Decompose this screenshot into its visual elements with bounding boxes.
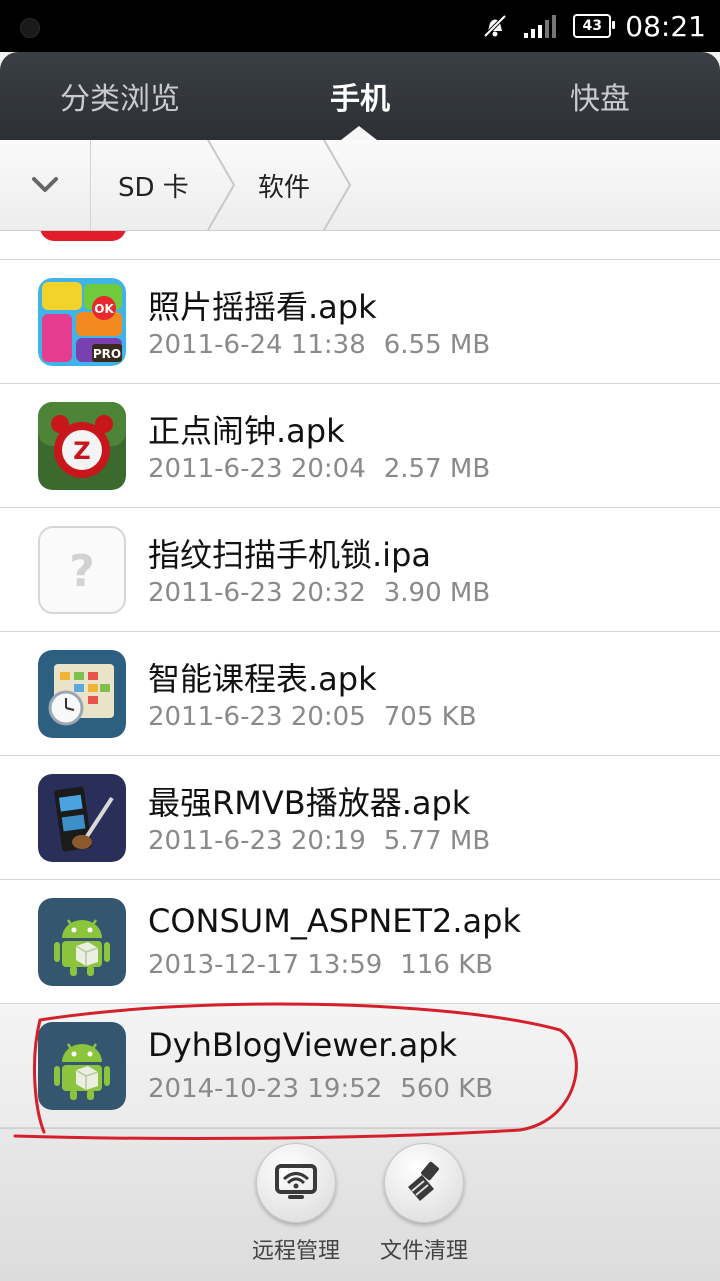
unknown-file-icon: ? <box>38 526 126 614</box>
file-meta: 2011-6-24 11:38 6.55 MB <box>148 330 490 360</box>
file-date: 2011-6-23 20:19 <box>148 826 366 856</box>
file-row[interactable]: 智能课程表.apk 2011-6-23 20:05 705 KB <box>0 632 720 756</box>
file-date: 2013-12-17 13:59 <box>148 950 383 980</box>
file-row[interactable]: Z 正点闹钟.apk 2011-6-23 20:04 2.57 MB <box>0 384 720 508</box>
file-name: CONSUM_ASPNET2.apk <box>148 902 521 940</box>
breadcrumb-separator <box>207 140 236 230</box>
tab-category-browse[interactable]: 分类浏览 <box>0 52 240 140</box>
file-meta: 2013-12-17 13:59 116 KB <box>148 950 493 980</box>
file-row[interactable]: 最强RMVB播放器.apk 2011-6-23 20:19 5.77 MB <box>0 756 720 880</box>
file-row[interactable]: ? 指纹扫描手机锁.ipa 2011-6-23 20:32 3.90 MB <box>0 508 720 632</box>
file-meta: 2011-6-23 20:19 5.77 MB <box>148 826 490 856</box>
file-name: 最强RMVB播放器.apk <box>148 784 471 822</box>
status-time: 08:21 <box>625 9 706 43</box>
svg-text:Z: Z <box>73 437 90 465</box>
file-name: 指纹扫描手机锁.ipa <box>148 536 431 574</box>
svg-text:OK: OK <box>94 302 114 316</box>
status-bar: 43 08:21 <box>0 0 720 52</box>
breadcrumb-separator <box>323 140 352 230</box>
file-size: 705 KB <box>383 702 477 732</box>
tab-kuaipan[interactable]: 快盘 <box>480 52 720 140</box>
photo-shake-app-icon: OK PRO <box>38 278 126 366</box>
file-name: DyhBlogViewer.apk <box>148 1026 458 1064</box>
file-meta: 2011-6-23 20:04 2.57 MB <box>148 454 490 484</box>
partial-list-item[interactable] <box>0 231 720 260</box>
file-size: 116 KB <box>400 950 494 980</box>
file-clean-icon <box>384 1143 464 1223</box>
file-meta: 2014-10-23 19:52 560 KB <box>148 1074 493 1104</box>
signal-icon <box>524 15 557 38</box>
file-size: 2.57 MB <box>383 454 491 484</box>
remote-manage-icon <box>256 1143 336 1223</box>
svg-text:?: ? <box>69 546 95 597</box>
file-size: 3.90 MB <box>383 578 491 608</box>
file-clean-label: 文件清理 <box>379 1239 468 1264</box>
file-date: 2011-6-23 20:04 <box>148 454 366 484</box>
file-name: 照片摇摇看.apk <box>148 288 377 326</box>
file-size: 560 KB <box>400 1074 494 1104</box>
android-apk-icon <box>38 1022 126 1110</box>
file-date: 2011-6-23 20:32 <box>148 578 366 608</box>
breadcrumb: SD 卡 软件 <box>0 140 720 231</box>
file-date: 2011-6-24 11:38 <box>148 330 366 360</box>
svg-text:PRO: PRO <box>93 347 121 361</box>
partial-app-icon <box>40 231 126 241</box>
battery-icon: 43 <box>573 14 616 38</box>
breadcrumb-dropdown[interactable] <box>0 140 91 230</box>
chevron-down-icon <box>32 177 58 192</box>
camera-dot <box>20 18 40 38</box>
remote-manage-label: 远程管理 <box>251 1239 340 1264</box>
android-apk-icon <box>38 898 126 986</box>
video-player-app-icon <box>38 774 126 862</box>
file-row[interactable]: OK PRO 照片摇摇看.apk 2011-6-24 11:38 6.55 MB <box>0 260 720 384</box>
mute-icon <box>483 14 507 38</box>
file-row-selected[interactable]: DyhBlogViewer.apk 2014-10-23 19:52 560 KB <box>0 1004 720 1128</box>
status-icons: 43 08:21 <box>481 0 706 52</box>
file-clean-button[interactable]: 文件清理 <box>369 1143 479 1273</box>
file-name: 正点闹钟.apk <box>148 412 345 450</box>
file-row[interactable]: CONSUM_ASPNET2.apk 2013-12-17 13:59 116 K… <box>0 880 720 1004</box>
bottom-action-bar: 远程管理 文件清理 <box>0 1128 720 1281</box>
file-size: 6.55 MB <box>383 330 491 360</box>
file-list[interactable]: OK PRO 照片摇摇看.apk 2011-6-24 11:38 6.55 MB … <box>0 231 720 1131</box>
schedule-app-icon <box>38 650 126 738</box>
file-date: 2014-10-23 19:52 <box>148 1074 383 1104</box>
breadcrumb-sd-card[interactable]: SD 卡 <box>118 140 189 230</box>
breadcrumb-software[interactable]: 软件 <box>258 140 310 230</box>
alarm-clock-app-icon: Z <box>38 402 126 490</box>
file-name: 智能课程表.apk <box>148 660 377 698</box>
active-tab-indicator <box>341 126 377 140</box>
remote-manage-button[interactable]: 远程管理 <box>241 1143 351 1273</box>
file-size: 5.77 MB <box>383 826 491 856</box>
file-meta: 2011-6-23 20:05 705 KB <box>148 702 477 732</box>
file-meta: 2011-6-23 20:32 3.90 MB <box>148 578 490 608</box>
file-date: 2011-6-23 20:05 <box>148 702 366 732</box>
